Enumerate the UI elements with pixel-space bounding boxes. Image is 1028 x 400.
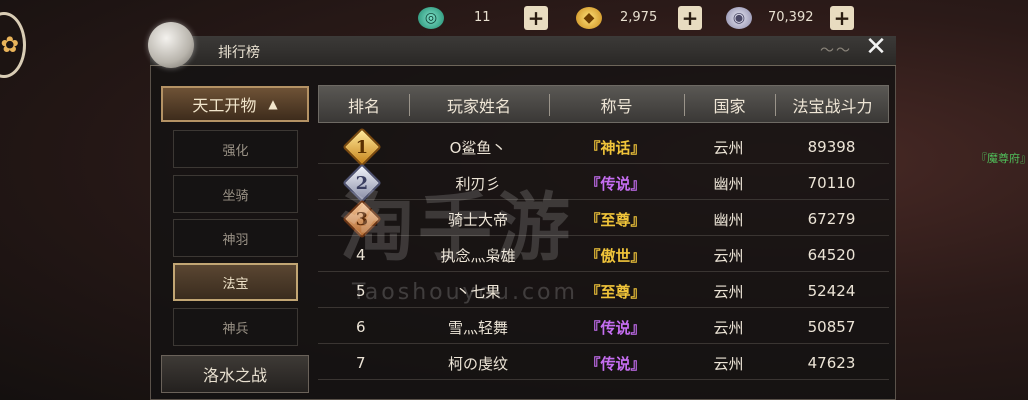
add-gold-button[interactable]: + (678, 6, 702, 30)
country-cell: 云州 (713, 354, 744, 373)
currency-gold: ◆ 2,975 + (576, 4, 702, 32)
category-luoshui[interactable]: 洛水之战 (161, 355, 309, 393)
rank-number: 1 (355, 136, 369, 158)
power-cell: 89398 (807, 138, 856, 156)
title-cell: 『传说』 (585, 318, 646, 337)
column-header-power: 法宝战斗力 (792, 97, 873, 116)
power-cell: 70110 (807, 174, 856, 192)
side-item-label: 法宝 (222, 276, 249, 292)
player-name-cell: 柯の虔纹 (447, 354, 508, 373)
side-item-label: 坐骑 (222, 188, 249, 204)
side-item-label: 强化 (222, 143, 249, 159)
add-silver-button[interactable]: + (830, 6, 854, 30)
country-cell: 云州 (713, 138, 744, 157)
panel-header (150, 36, 896, 66)
table-row[interactable]: 7 柯の虔纹 『传说』 云州 47623 (318, 346, 889, 380)
power-cell: 47623 (807, 354, 856, 372)
column-header-name: 玩家姓名 (446, 97, 511, 116)
title-cell: 『传说』 (585, 354, 646, 373)
watermark: 淘手游 (340, 185, 574, 271)
panel-title: 排行榜 (218, 45, 260, 61)
table-row[interactable]: 1 O鲨鱼丶 『神话』 云州 89398 (318, 127, 889, 167)
side-item-label: 神羽 (222, 232, 249, 248)
side-item-qianghua[interactable]: 强化 (173, 130, 298, 168)
knot-icon: ✿ (0, 32, 19, 58)
gold-ingot-icon: ◆ (576, 7, 602, 29)
category-label: 洛水之战 (202, 366, 267, 385)
jade-coin-icon: ◎ (418, 7, 444, 29)
side-menu-toggle-button[interactable]: ✿ (0, 12, 26, 78)
country-cell: 云州 (713, 246, 744, 265)
side-item-fabao[interactable]: 法宝 (173, 263, 298, 301)
close-icon: ✕ (865, 32, 887, 62)
close-button[interactable]: ✕ (858, 34, 894, 62)
silver-coin-icon: ◉ (726, 7, 752, 29)
title-cell: 『神话』 (585, 138, 646, 157)
table-row[interactable]: 6 雪灬轻舞 『传说』 云州 50857 (318, 310, 889, 344)
currency-jade: ◎ 11 + (418, 4, 548, 32)
power-cell: 52424 (807, 282, 856, 300)
column-header-rank: 排名 (347, 97, 380, 116)
player-name-cell: O鲨鱼丶 (449, 138, 507, 157)
orb-icon (148, 22, 194, 68)
country-cell: 云州 (713, 318, 744, 337)
player-name-cell: 雪灬轻舞 (447, 318, 508, 337)
add-jade-button[interactable]: + (524, 6, 548, 30)
category-tiangong[interactable]: 天工开物 ▲ (161, 86, 309, 122)
currency-silver: ◉ 70,392 + (726, 4, 854, 32)
power-cell: 50857 (807, 318, 856, 336)
side-item-shenyu[interactable]: 神羽 (173, 219, 298, 257)
currency-value: 11 (474, 10, 491, 25)
power-cell: 64520 (807, 246, 856, 264)
background-text: 『魔尊府』 (976, 152, 1028, 165)
country-cell: 云州 (713, 282, 744, 301)
collapse-arrow-icon: ▲ (268, 97, 278, 111)
column-header-title: 称号 (600, 97, 633, 116)
rank-medal-icon: 1 (342, 127, 382, 167)
watermark-url: Taoshouyou.com (352, 280, 578, 305)
rank-cell: 6 (356, 318, 366, 336)
currency-value: 70,392 (768, 10, 814, 25)
power-cell: 67279 (807, 210, 856, 228)
country-cell: 幽州 (713, 210, 744, 229)
column-header-country: 国家 (713, 97, 746, 116)
country-cell: 幽州 (713, 174, 744, 193)
side-item-zuoqi[interactable]: 坐骑 (173, 175, 298, 213)
table-header: 排名 玩家姓名 称号 国家 法宝战斗力 (318, 85, 889, 123)
rank-cell: 7 (356, 354, 366, 372)
side-item-shenbing[interactable]: 神兵 (173, 308, 298, 346)
category-label: 天工开物 (192, 96, 257, 115)
side-item-label: 神兵 (222, 321, 249, 337)
currency-value: 2,975 (620, 10, 658, 25)
rank-cell: 1 (318, 127, 408, 167)
